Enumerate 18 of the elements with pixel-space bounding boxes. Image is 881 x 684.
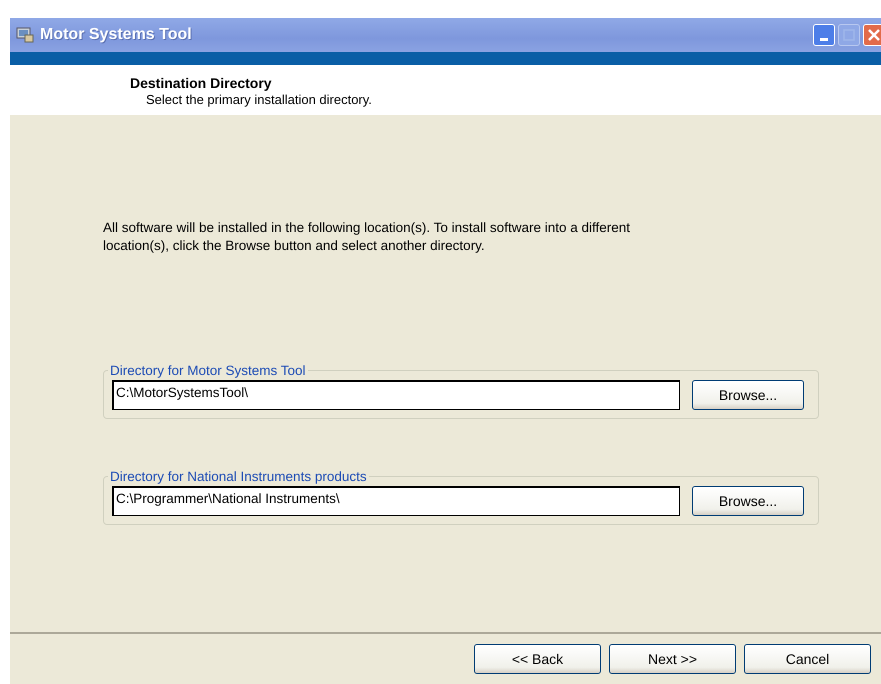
group-label: Directory for Motor Systems Tool	[109, 363, 307, 378]
window-title: Motor Systems Tool	[40, 26, 192, 44]
minimize-icon	[820, 38, 828, 40]
wizard-button[interactable]: Cancel	[744, 644, 871, 674]
close-icon	[868, 29, 880, 41]
computer-icon	[16, 27, 34, 43]
browse-button[interactable]: Browse...	[692, 380, 804, 410]
path-field[interactable]: C:\Programmer\National Instruments\	[112, 486, 680, 516]
path-field[interactable]: C:\MotorSystemsTool\	[112, 380, 680, 410]
minimize-button[interactable]	[813, 24, 835, 46]
browse-button[interactable]: Browse...	[692, 486, 804, 516]
page-title: Destination Directory	[130, 75, 273, 91]
wizard-button[interactable]: Next >>	[609, 644, 736, 674]
close-button[interactable]	[863, 24, 881, 46]
page-subtitle: Select the primary installation directory.	[145, 92, 373, 107]
group-label: Directory for National Instruments products	[109, 469, 368, 484]
description-text: All software will be installed in the following location(s). To install software into a different location(s), click the Browse button and select another directory.	[103, 219, 632, 255]
wizard-button[interactable]: << Back	[474, 644, 601, 674]
